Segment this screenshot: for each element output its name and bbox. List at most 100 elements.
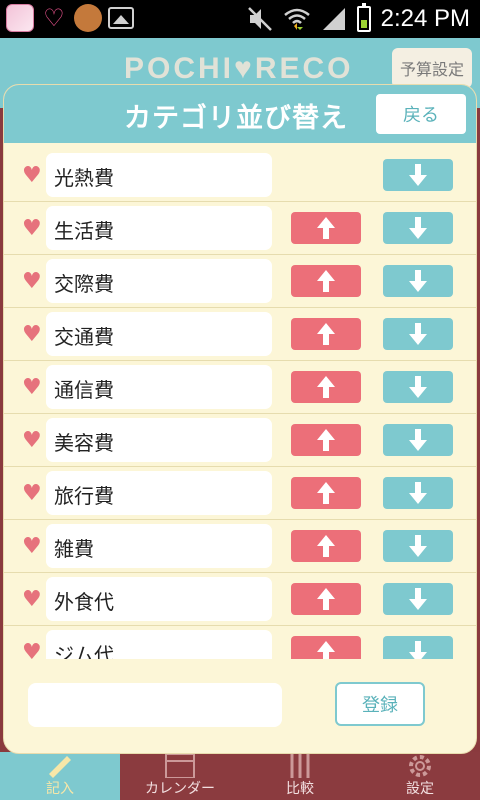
mute-icon [247, 7, 272, 31]
heart-icon: ♥ [22, 534, 42, 559]
move-up-button[interactable] [291, 636, 361, 659]
new-category-input[interactable] [28, 683, 282, 727]
notification-icons: ♡ [6, 4, 134, 32]
tab-label: 設定 [406, 781, 434, 797]
heart-icon: ♥ [22, 269, 42, 294]
category-row: ♥ 交通費 [4, 308, 476, 361]
category-name: 雑費 [54, 537, 94, 561]
category-name: 交通費 [54, 325, 114, 349]
arrow-up-icon [317, 270, 335, 292]
move-up-button[interactable] [291, 371, 361, 403]
category-name-box: 交通費 [46, 312, 272, 356]
category-row: ♥ 雑費 [4, 520, 476, 573]
category-row: ♥ 旅行費 [4, 467, 476, 520]
arrow-down-icon [409, 588, 427, 610]
heart-icon: ♥ [22, 375, 42, 400]
arrow-up-icon [317, 588, 335, 610]
heart-icon: ♥ [22, 216, 42, 241]
category-list[interactable]: ♥ 光熱費 ♥ 生活費 ♥ 交際費 ♥ 交通費 ♥ 通信費 ♥ 美容費 ♥ 旅行… [4, 149, 476, 659]
tab-calendar[interactable]: カレンダー [120, 752, 240, 800]
category-name: 通信費 [54, 378, 114, 402]
clock: 2:24 PM [380, 5, 470, 32]
arrow-down-icon [409, 641, 427, 659]
calendar-icon [165, 753, 195, 778]
category-name: 旅行費 [54, 484, 114, 508]
category-name-box: 旅行費 [46, 471, 272, 515]
category-row: ♥ 交際費 [4, 255, 476, 308]
battery-icon [356, 3, 371, 32]
arrow-down-icon [409, 217, 427, 239]
category-name: 生活費 [54, 219, 114, 243]
category-name-box: 雑費 [46, 524, 272, 568]
move-down-button[interactable] [383, 265, 453, 297]
image-icon [108, 7, 134, 29]
arrow-up-icon [317, 376, 335, 398]
heart-app-icon: ♡ [43, 4, 65, 32]
category-name: 光熱費 [54, 166, 114, 190]
category-row: ♥ ジム代 [4, 626, 476, 659]
arrow-down-icon [409, 323, 427, 345]
app-notification-icon [6, 4, 34, 32]
move-up-button[interactable] [291, 583, 361, 615]
move-down-button[interactable] [383, 583, 453, 615]
heart-icon: ♥ [22, 428, 42, 453]
tab-settings[interactable]: 設定 [360, 752, 480, 800]
category-name: ジム代 [54, 643, 114, 659]
category-name-box: ジム代 [46, 630, 272, 659]
category-name-box: 外食代 [46, 577, 272, 621]
move-down-button[interactable] [383, 371, 453, 403]
heart-icon: ♥ [22, 587, 42, 612]
category-row: ♥ 外食代 [4, 573, 476, 626]
sliders-icon [290, 754, 310, 778]
move-down-button[interactable] [383, 530, 453, 562]
category-name: 美容費 [54, 431, 114, 455]
gear-icon [409, 755, 431, 777]
move-down-button[interactable] [383, 477, 453, 509]
category-name: 交際費 [54, 272, 114, 296]
move-up-button[interactable] [291, 318, 361, 350]
category-row: ♥ 生活費 [4, 202, 476, 255]
move-up-button[interactable] [291, 265, 361, 297]
move-up-button[interactable] [291, 212, 361, 244]
app-logo: POCHI♥RECO [124, 52, 354, 85]
folder-app-icon [74, 4, 102, 32]
budget-settings-button[interactable]: 予算設定 [391, 48, 472, 88]
bottom-tab-bar: 記入 カレンダー 比較 設定 [0, 752, 480, 800]
dialog-title: カテゴリ並び替え [124, 103, 348, 134]
move-up-button[interactable] [291, 424, 361, 456]
category-name-box: 生活費 [46, 206, 272, 250]
wifi-icon [283, 8, 310, 30]
move-up-button[interactable] [291, 530, 361, 562]
dialog-header: カテゴリ並び替え 戻る [4, 85, 476, 143]
arrow-up-icon [317, 323, 335, 345]
arrow-up-icon [317, 641, 335, 659]
category-name-box: 交際費 [46, 259, 272, 303]
register-button[interactable]: 登録 [335, 682, 425, 726]
move-down-button[interactable] [383, 318, 453, 350]
category-name-box: 美容費 [46, 418, 272, 462]
arrow-up-icon [317, 535, 335, 557]
category-sort-dialog: カテゴリ並び替え 戻る ♥ 光熱費 ♥ 生活費 ♥ 交際費 ♥ 交通費 ♥ 通信… [3, 84, 477, 754]
back-button[interactable]: 戻る [376, 94, 466, 134]
arrow-down-icon [409, 164, 427, 186]
category-name: 外食代 [54, 590, 114, 614]
move-down-button[interactable] [383, 636, 453, 659]
move-down-button[interactable] [383, 159, 453, 191]
tab-label: カレンダー [145, 781, 215, 797]
arrow-down-icon [409, 482, 427, 504]
heart-icon: ♥ [22, 640, 42, 659]
arrow-down-icon [409, 376, 427, 398]
tab-label: 記入 [46, 781, 74, 797]
move-down-button[interactable] [383, 212, 453, 244]
arrow-down-icon [409, 535, 427, 557]
heart-icon: ♥ [22, 163, 42, 188]
move-up-button[interactable] [291, 477, 361, 509]
tab-label: 比較 [286, 781, 314, 797]
tab-entry[interactable]: 記入 [0, 752, 120, 800]
move-down-button[interactable] [383, 424, 453, 456]
tab-compare[interactable]: 比較 [240, 752, 360, 800]
pencil-icon [49, 756, 71, 778]
signal-icon [322, 8, 345, 30]
arrow-up-icon [317, 482, 335, 504]
arrow-down-icon [409, 429, 427, 451]
